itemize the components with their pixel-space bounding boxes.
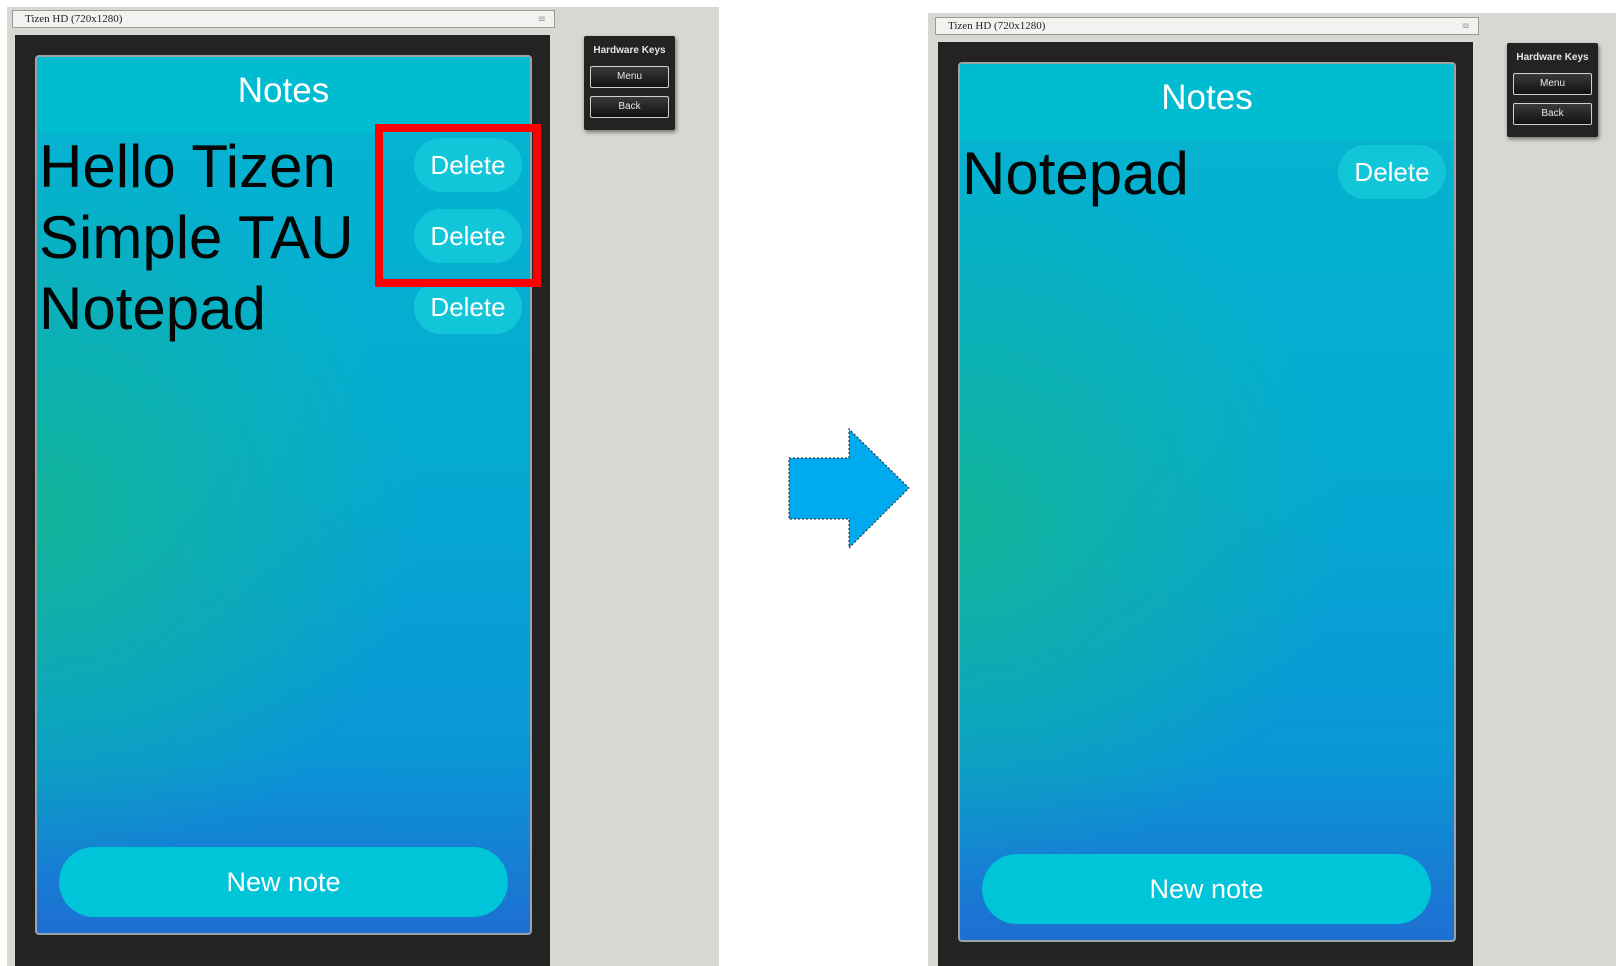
grip-icon[interactable]: ≡ xyxy=(1462,19,1470,35)
app-title: Notes xyxy=(237,71,330,110)
window-title: Tizen HD (720x1280) xyxy=(25,13,123,25)
hardware-keys-title: Hardware Keys xyxy=(593,45,666,56)
device-screen: Notes Notepad Delete New note xyxy=(958,62,1456,942)
note-title: Notepad xyxy=(962,140,1189,207)
emulator-window-titlebar[interactable]: Tizen HD (720x1280) ≡ xyxy=(935,17,1479,35)
hardware-keys-panel: Hardware Keys Menu Back xyxy=(584,36,675,130)
highlight-box xyxy=(375,124,541,287)
grip-icon[interactable]: ≡ xyxy=(538,12,546,28)
note-title: Notepad xyxy=(39,275,266,342)
arrow-shape xyxy=(788,427,910,550)
note-title: Hello Tizen xyxy=(39,133,336,200)
note-item[interactable]: Notepad Delete xyxy=(960,139,1454,208)
app-header: Notes xyxy=(960,64,1454,140)
window-title: Tizen HD (720x1280) xyxy=(948,20,1046,32)
app-title: Notes xyxy=(1161,78,1253,117)
back-key-button[interactable]: Back xyxy=(1513,103,1592,125)
new-note-button[interactable]: New note xyxy=(59,847,508,917)
new-note-button[interactable]: New note xyxy=(982,854,1431,924)
delete-button[interactable]: Delete xyxy=(414,280,522,334)
arrow-right-icon xyxy=(788,427,910,550)
app-header: Notes xyxy=(37,57,530,133)
menu-key-button[interactable]: Menu xyxy=(1513,73,1592,95)
delete-button[interactable]: Delete xyxy=(1338,145,1446,199)
note-title: Simple TAU xyxy=(39,204,354,271)
hardware-keys-panel: Hardware Keys Menu Back xyxy=(1507,43,1598,137)
hardware-keys-title: Hardware Keys xyxy=(1516,52,1589,63)
back-key-button[interactable]: Back xyxy=(590,96,669,118)
emulator-window-titlebar[interactable]: Tizen HD (720x1280) ≡ xyxy=(12,10,555,28)
menu-key-button[interactable]: Menu xyxy=(590,66,669,88)
